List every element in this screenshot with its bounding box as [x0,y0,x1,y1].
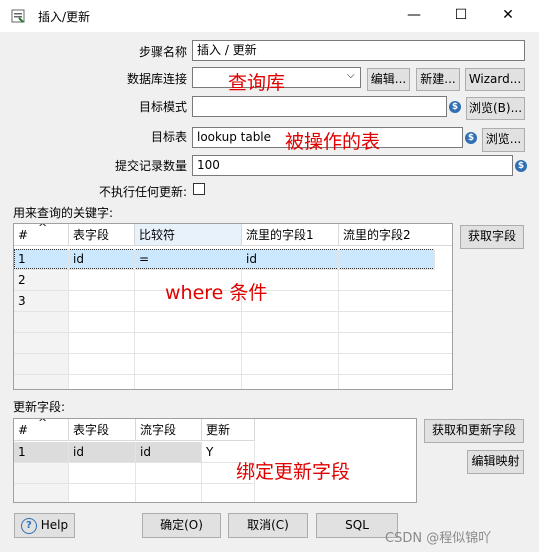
empty-cell [242,312,339,333]
empty-cell [135,375,242,389]
row-number: 3 [14,291,69,312]
empty-cell [339,354,452,375]
annotation-db: 查询库 [228,72,286,94]
help-icon: ? [20,517,37,534]
step-name-label: 步骤名称 [138,45,187,59]
schema-label: 目标模式 [138,100,187,114]
empty-cell [202,484,255,502]
table-cell[interactable]: id [242,249,339,270]
empty-cell [69,312,135,333]
column-header[interactable]: 表字段 [69,224,135,246]
empty-cell [339,312,452,333]
table-cell[interactable] [69,270,135,291]
no-update-label: 不执行任何更新: [98,185,187,199]
empty-cell [136,463,202,484]
schema-input[interactable] [192,96,447,117]
variable-icon: $ [465,132,477,144]
table-label: 目标表 [150,130,187,144]
cancel-button[interactable]: 取消(C) [228,513,308,538]
key-section-label: 用来查询的关键字: [13,206,114,220]
schema-browse-button[interactable]: 浏览(B)... [466,97,525,120]
empty-cell [69,375,135,389]
db-edit-button[interactable]: 编辑... [367,68,410,91]
empty-cell [69,333,135,354]
empty-cell [242,354,339,375]
window-title: 插入/更新 [38,10,91,24]
empty-cell [14,354,69,375]
column-header[interactable]: 表字段 [69,419,136,441]
empty-cell [339,375,452,389]
annotation-bind: 绑定更新字段 [236,461,351,483]
commit-size-label: 提交记录数量 [114,159,187,173]
column-header[interactable]: 比较符 [135,224,242,246]
db-wizard-button[interactable]: Wizard... [465,68,525,91]
sort-up-icon[interactable]: ^ [38,419,47,429]
close-button[interactable]: ✕ [485,0,531,32]
row-number: 2 [14,270,69,291]
annotation-where: where 条件 [165,282,268,304]
get-fields-button[interactable]: 获取字段 [460,225,524,249]
table-cell[interactable] [339,270,452,291]
table-browse-button[interactable]: 浏览... [482,128,525,152]
empty-cell [14,333,69,354]
table-cell[interactable] [69,291,135,312]
table-cell[interactable] [339,249,435,270]
table-cell[interactable] [339,291,452,312]
annotation-table: 被操作的表 [285,131,381,153]
commit-size-input[interactable]: 100 [192,155,513,176]
row-number: 1 [14,442,69,463]
empty-cell [135,333,242,354]
update-section-label: 更新字段: [13,400,66,414]
variable-icon: $ [515,160,527,172]
table-cell[interactable]: id [69,442,136,463]
row-number: 1 [14,249,69,270]
sort-up-icon[interactable]: ^ [38,224,47,234]
table-cell[interactable]: id [136,442,202,463]
column-header[interactable]: 流字段 [136,419,202,441]
maximize-button[interactable]: ☐ [438,0,484,32]
empty-cell [69,354,135,375]
chevron-down-icon[interactable]: ⌵ [347,70,355,81]
column-header[interactable]: 更新 [202,419,255,441]
key-table[interactable]: # ^ 表字段 比较符 流里的字段1 流里的字段2 1 id = id 2 3 … [13,223,453,390]
empty-cell [69,463,136,484]
empty-cell [242,375,339,389]
get-update-fields-button[interactable]: 获取和更新字段 [424,419,524,443]
table-cell[interactable]: id [69,249,135,270]
empty-cell [136,484,202,502]
step-name-input[interactable]: 插入 / 更新 [192,40,525,61]
help-button[interactable]: ? Help [14,513,75,538]
minimize-button[interactable]: — [391,0,437,32]
column-header[interactable]: 流里的字段2 [339,224,452,246]
empty-cell [69,484,136,502]
variable-icon: $ [449,101,461,113]
db-connection-label: 数据库连接 [126,72,187,86]
empty-cell [14,312,69,333]
table-cell[interactable]: = [135,249,242,270]
empty-cell [339,333,452,354]
column-header[interactable]: 流里的字段1 [242,224,339,246]
update-table[interactable]: # ^ 表字段 流字段 更新 1 id id Y 绑定更新字段 [13,418,417,503]
no-update-checkbox[interactable] [193,183,205,195]
empty-cell [14,484,69,502]
empty-cell [242,333,339,354]
empty-cell [14,463,69,484]
db-new-button[interactable]: 新建... [416,68,460,91]
edit-mapping-button[interactable]: 编辑映射 [467,450,524,474]
help-label: Help [40,518,69,532]
ok-button[interactable]: 确定(O) [142,513,221,538]
empty-cell [14,375,69,389]
watermark: CSDN @程似锦吖 [385,531,492,546]
empty-cell [135,354,242,375]
empty-cell [135,312,242,333]
app-icon [11,9,25,23]
